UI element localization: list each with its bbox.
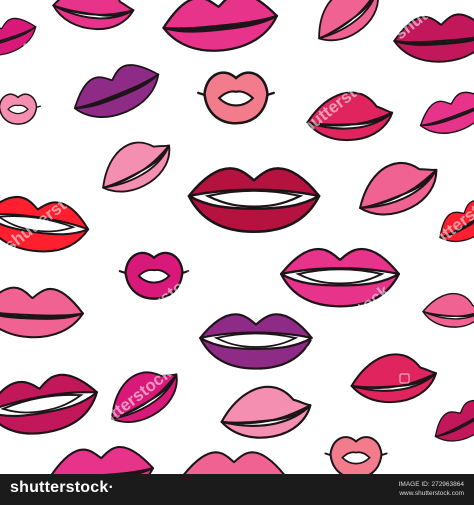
- lips-drawing: [199, 313, 313, 370]
- logo-suffix: ·: [108, 479, 114, 496]
- lips-pattern-illustration: shutterstock shutterstock shutterstock s…: [0, 0, 474, 474]
- lips-drawing: [217, 381, 315, 443]
- lips-drawing: [187, 167, 321, 233]
- lips-drawing: [159, 0, 282, 58]
- lips-drawing: [0, 93, 42, 125]
- lips-drawing: [421, 290, 474, 330]
- image-id: IMAGE ID: 272963864: [398, 481, 464, 488]
- lips-drawing: [348, 148, 448, 227]
- lips-drawing: [324, 436, 388, 474]
- lips-drawing: [348, 350, 439, 406]
- lips-drawing: [427, 391, 474, 452]
- logo-text: shutterstock: [10, 479, 109, 496]
- site-url: www.shutterstock.com: [399, 489, 464, 497]
- footer-bar: shutterstock· IMAGE ID: 272963864 www.sh…: [0, 474, 474, 505]
- lips-drawing: [0, 285, 85, 340]
- shutterstock-logo: shutterstock·: [10, 479, 114, 497]
- lips-drawing: [66, 54, 168, 131]
- lips-drawing: [414, 84, 474, 144]
- image-meta: IMAGE ID: 272963864 www.shutterstock.com: [399, 481, 464, 498]
- lips-drawing: [303, 0, 392, 53]
- lips-drawing: [48, 443, 156, 474]
- lips-drawing: [196, 71, 276, 125]
- stock-image: shutterstock shutterstock shutterstock s…: [0, 0, 474, 505]
- lips-drawing: [89, 127, 182, 205]
- lips-drawing: [181, 451, 287, 474]
- lips-drawing: [0, 11, 42, 64]
- lips-drawing: [49, 0, 138, 36]
